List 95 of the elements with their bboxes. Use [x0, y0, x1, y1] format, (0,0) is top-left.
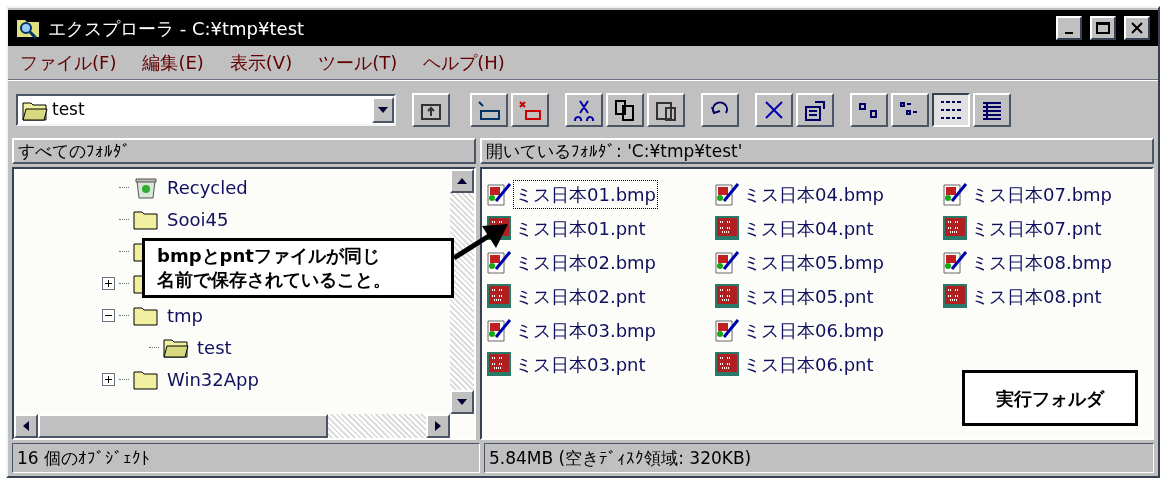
scroll-down-button[interactable] — [450, 390, 474, 414]
file-name[interactable]: ミス日本01.pnt — [513, 213, 648, 243]
callout-box: 実行フォルダ — [962, 370, 1138, 426]
file-name[interactable]: ミス日本08.bmp — [969, 247, 1114, 277]
scroll-left-button[interactable] — [14, 414, 38, 438]
horizontal-scrollbar[interactable] — [14, 414, 450, 438]
list-icon — [939, 98, 963, 121]
file-name[interactable]: ミス日本04.bmp — [741, 179, 886, 209]
pattern-image-icon — [714, 215, 740, 241]
pane-header: 開いているﾌｫﾙﾀﾞ: 'C:¥tmp¥test' — [480, 138, 1154, 164]
folder-label[interactable]: test — [197, 333, 232, 361]
scroll-up-button[interactable] — [450, 169, 474, 193]
file-name[interactable]: ミス日本08.pnt — [969, 281, 1104, 311]
dropdown-button[interactable] — [372, 96, 394, 123]
left-arrow-icon — [23, 421, 29, 431]
file-name[interactable]: ミス日本05.pnt — [741, 281, 876, 311]
paint-picture-icon — [942, 181, 968, 207]
close-icon — [1130, 22, 1144, 34]
callout-text: 名前で保存されていること。 — [157, 268, 392, 292]
folder-label[interactable]: Recycled — [167, 173, 248, 201]
callout-text: bmpとpntファイルが同じ — [157, 244, 381, 268]
maximize-icon — [1096, 22, 1110, 34]
status-text: 5.84MB (空きﾃﾞｨｽｸ領域: 320KB) — [484, 443, 1154, 473]
copy-button[interactable] — [606, 92, 644, 127]
folder-label[interactable]: Win32App — [167, 365, 259, 393]
file-name[interactable]: ミス日本03.pnt — [513, 349, 648, 379]
pane-header: すべてのﾌｫﾙﾀﾞ — [12, 138, 476, 164]
menu-item[interactable]: 表示(V) — [229, 49, 293, 76]
view-button[interactable] — [932, 92, 970, 127]
paint-picture-icon — [486, 317, 512, 343]
paint-picture-icon — [714, 317, 740, 343]
address-dropdown[interactable]: test — [16, 93, 396, 126]
pattern-image-icon — [486, 283, 512, 309]
minimize-icon — [1064, 31, 1074, 35]
status-text: 16 個のｵﾌﾞｼﾞｪｸﾄ — [12, 443, 480, 473]
caret-icon — [378, 106, 388, 113]
pattern-image-icon — [714, 283, 740, 309]
disconnect-drive-button[interactable] — [511, 92, 549, 127]
file-name[interactable]: ミス日本05.bmp — [741, 247, 886, 277]
open-folder-icon — [163, 336, 189, 358]
file-name[interactable]: ミス日本02.bmp — [513, 247, 658, 277]
file-name[interactable]: ミス日本06.pnt — [741, 349, 876, 379]
menu-item[interactable]: ヘルプ(H) — [423, 49, 505, 76]
minimize-button[interactable] — [1056, 16, 1082, 40]
file-name[interactable]: ミス日本07.bmp — [969, 179, 1114, 209]
maximize-button[interactable] — [1090, 16, 1116, 40]
folder-label[interactable]: tmp — [167, 301, 204, 329]
scroll-right-button[interactable] — [426, 414, 450, 438]
close-button[interactable] — [1124, 16, 1150, 40]
collapse-icon[interactable] — [102, 308, 115, 322]
file-name[interactable]: ミス日本03.bmp — [513, 315, 658, 345]
properties-icon — [803, 98, 827, 121]
paint-picture-icon — [942, 249, 968, 275]
right-arrow-icon — [435, 421, 441, 431]
delete-button[interactable] — [755, 92, 793, 127]
file-name[interactable]: ミス日本06.bmp — [741, 315, 886, 345]
folder-icon — [133, 368, 159, 390]
disconnect-drive-icon — [518, 98, 542, 121]
explorer-icon — [16, 17, 40, 39]
expand-icon[interactable] — [102, 276, 115, 290]
paint-picture-icon — [714, 249, 740, 275]
paint-picture-icon — [486, 181, 512, 207]
pattern-image-icon — [486, 351, 512, 377]
menu-item[interactable]: 編集(E) — [142, 49, 204, 76]
paste-button[interactable] — [647, 92, 685, 127]
cut-button[interactable] — [565, 92, 603, 127]
pattern-image-icon — [942, 215, 968, 241]
file-name[interactable]: ミス日本01.bmp — [513, 179, 658, 209]
delete-icon — [762, 98, 786, 121]
map-drive-button[interactable] — [470, 92, 508, 127]
folder-icon — [133, 304, 159, 326]
properties-button[interactable] — [796, 92, 834, 127]
menu-item[interactable]: ツール(T) — [318, 49, 398, 76]
paint-picture-icon — [486, 249, 512, 275]
folder-icon — [133, 208, 159, 230]
undo-button[interactable] — [701, 92, 739, 127]
copy-icon — [613, 98, 637, 121]
file-name[interactable]: ミス日本04.pnt — [741, 213, 876, 243]
window-title: エクスプローラ - C:¥tmp¥test — [48, 16, 306, 41]
pattern-image-icon — [714, 351, 740, 377]
file-name[interactable]: ミス日本02.pnt — [513, 281, 648, 311]
paint-picture-icon — [714, 181, 740, 207]
scissors-icon — [572, 98, 596, 121]
recycle-bin-icon — [133, 175, 159, 199]
up-folder-button[interactable] — [412, 92, 450, 127]
vertical-scrollbar[interactable] — [450, 169, 474, 414]
up-arrow-icon — [457, 178, 467, 184]
folder-label[interactable]: Sooi45 — [167, 205, 229, 233]
scroll-thumb[interactable] — [38, 414, 328, 438]
down-arrow-icon — [457, 399, 467, 405]
file-name[interactable]: ミス日本07.pnt — [969, 213, 1104, 243]
expand-icon[interactable] — [102, 372, 115, 386]
pattern-image-icon — [942, 283, 968, 309]
map-drive-icon — [477, 98, 501, 121]
menu-item[interactable]: ファイル(F) — [20, 49, 117, 76]
